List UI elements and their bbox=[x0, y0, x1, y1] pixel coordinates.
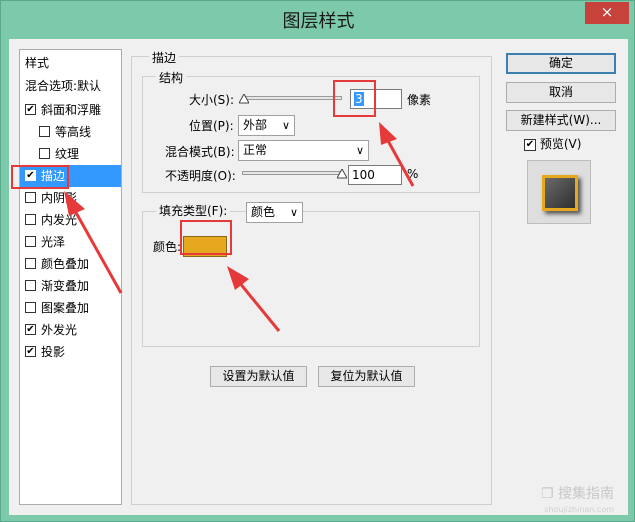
style-item-inner-shadow[interactable]: 内阴影 bbox=[20, 187, 121, 209]
watermark-url: shoujizhinan.com bbox=[544, 505, 614, 514]
outer-glow-checkbox[interactable]: ✔ bbox=[25, 324, 36, 335]
annotation-box-stroke-item bbox=[11, 165, 69, 189]
close-button[interactable]: × bbox=[585, 2, 629, 24]
fill-type-label: 填充类型(F): bbox=[159, 204, 228, 218]
inner-shadow-checkbox[interactable] bbox=[25, 192, 36, 203]
size-slider-track[interactable] bbox=[242, 96, 342, 100]
satin-checkbox[interactable] bbox=[25, 236, 36, 247]
style-item-pattern-overlay[interactable]: 图案叠加 bbox=[20, 297, 121, 319]
title-bar[interactable]: 图层样式 × bbox=[1, 1, 635, 39]
fill-type-legend: 填充类型(F): bbox=[156, 202, 231, 222]
preview-toggle[interactable]: ✔ 预览(V) bbox=[524, 135, 581, 155]
chevron-down-icon: ∨ bbox=[281, 119, 290, 132]
size-slider-thumb[interactable] bbox=[239, 94, 249, 104]
style-item-satin[interactable]: 光泽 bbox=[20, 231, 121, 253]
texture-checkbox[interactable] bbox=[39, 148, 50, 159]
style-item-bevel-emboss[interactable]: ✔ 斜面和浮雕 bbox=[20, 99, 121, 121]
stroke-group: 描边 结构 大小(S): 3 像素 位置(P): 外部 ∨ 混合模式(B): 正… bbox=[131, 49, 492, 505]
style-list: 样式 混合选项:默认 ✔ 斜面和浮雕 等高线 纹理 ✔ 描边 内阴影 内发光 光… bbox=[19, 49, 122, 505]
style-item-blending-options[interactable]: 混合选项:默认 bbox=[20, 75, 121, 97]
reset-default-button[interactable]: 复位为默认值 bbox=[318, 366, 415, 387]
size-label: 大小(S): bbox=[189, 93, 235, 107]
blend-mode-select[interactable]: 正常 ∨ bbox=[238, 140, 369, 161]
preview-label: 预览(V) bbox=[539, 137, 582, 151]
drop-shadow-checkbox[interactable]: ✔ bbox=[25, 346, 36, 357]
style-item-color-overlay[interactable]: 颜色叠加 bbox=[20, 253, 121, 275]
style-item-contour[interactable]: 等高线 bbox=[20, 121, 121, 143]
fill-type-select[interactable]: 颜色 ∨ bbox=[246, 202, 303, 223]
pattern-overlay-checkbox[interactable] bbox=[25, 302, 36, 313]
style-item-inner-glow[interactable]: 内发光 bbox=[20, 209, 121, 231]
opacity-slider-thumb[interactable] bbox=[337, 169, 347, 179]
position-label: 位置(P): bbox=[189, 119, 234, 133]
inner-glow-checkbox[interactable] bbox=[25, 214, 36, 225]
blend-mode-label: 混合模式(B): bbox=[165, 145, 235, 159]
color-label: 颜色: bbox=[153, 240, 182, 254]
structure-group: 结构 大小(S): 3 像素 位置(P): 外部 ∨ 混合模式(B): 正常 ∨… bbox=[142, 69, 480, 193]
chevron-down-icon: ∨ bbox=[289, 206, 298, 219]
bevel-emboss-checkbox[interactable]: ✔ bbox=[25, 104, 36, 115]
set-default-button[interactable]: 设置为默认值 bbox=[210, 366, 307, 387]
preview-sample-square bbox=[542, 175, 578, 211]
annotation-box-color bbox=[180, 220, 232, 255]
stroke-group-label: 描边 bbox=[149, 49, 180, 66]
structure-group-label: 结构 bbox=[156, 69, 187, 86]
style-item-drop-shadow[interactable]: ✔ 投影 bbox=[20, 341, 121, 363]
opacity-label: 不透明度(O): bbox=[165, 169, 236, 183]
opacity-input[interactable]: 100 bbox=[348, 165, 402, 185]
ok-button[interactable]: 确定 bbox=[506, 53, 616, 74]
layer-style-dialog: 图层样式 × 样式 混合选项:默认 ✔ 斜面和浮雕 等高线 纹理 ✔ 描边 内阴… bbox=[0, 0, 635, 522]
annotation-box-size bbox=[333, 80, 376, 117]
new-style-button[interactable]: 新建样式(W)... bbox=[506, 110, 616, 131]
style-item-gradient-overlay[interactable]: 渐变叠加 bbox=[20, 275, 121, 297]
opacity-unit-label: % bbox=[407, 167, 419, 181]
style-list-header: 样式 bbox=[25, 56, 50, 70]
opacity-slider-track[interactable] bbox=[242, 171, 342, 175]
contour-checkbox[interactable] bbox=[39, 126, 50, 137]
preview-checkbox[interactable]: ✔ bbox=[524, 138, 536, 151]
dialog-client: 样式 混合选项:默认 ✔ 斜面和浮雕 等高线 纹理 ✔ 描边 内阴影 内发光 光… bbox=[9, 39, 628, 515]
style-item-outer-glow[interactable]: ✔ 外发光 bbox=[20, 319, 121, 341]
window-title: 图层样式 bbox=[282, 11, 355, 32]
style-item-texture[interactable]: 纹理 bbox=[20, 143, 121, 165]
style-preview-thumbnail bbox=[527, 160, 591, 224]
size-unit-label: 像素 bbox=[407, 93, 432, 107]
watermark-logo: ❐ 搜集指南 bbox=[540, 486, 614, 502]
chevron-down-icon: ∨ bbox=[355, 144, 364, 157]
cancel-button[interactable]: 取消 bbox=[506, 82, 616, 103]
position-select[interactable]: 外部 ∨ bbox=[238, 115, 295, 136]
color-overlay-checkbox[interactable] bbox=[25, 258, 36, 269]
gradient-overlay-checkbox[interactable] bbox=[25, 280, 36, 291]
